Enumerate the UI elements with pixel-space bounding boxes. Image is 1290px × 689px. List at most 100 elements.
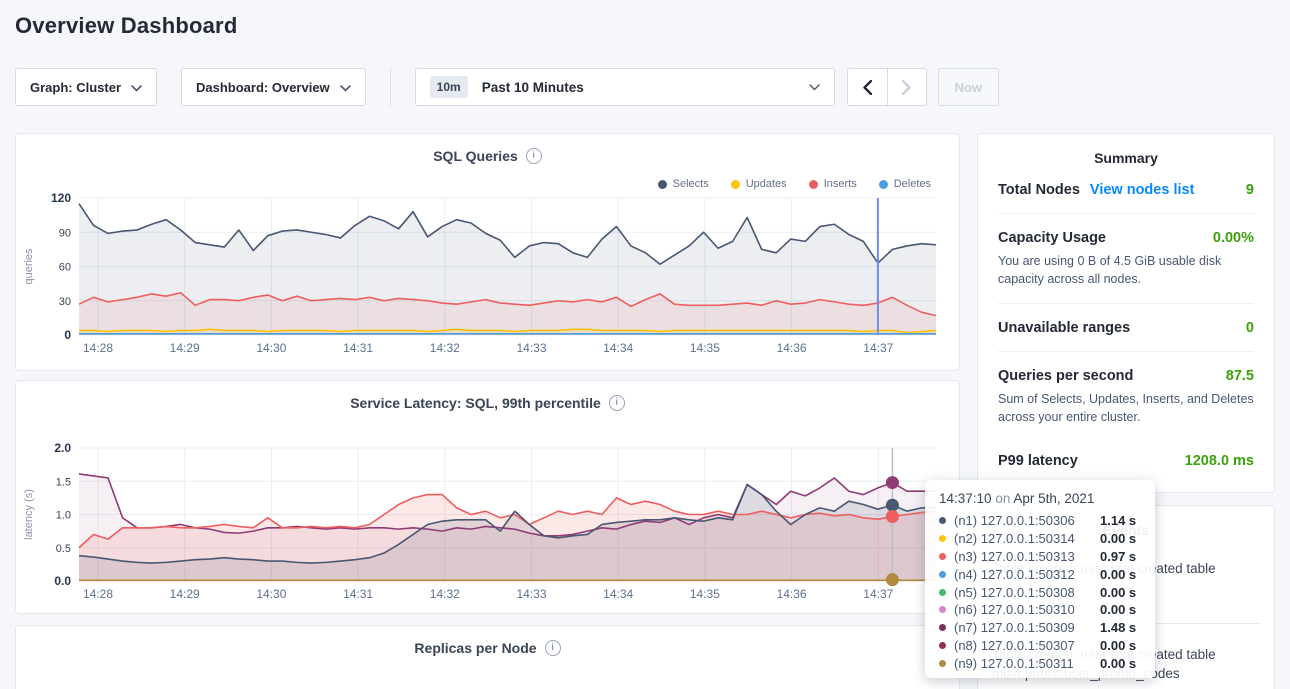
svg-text:14:36: 14:36 (777, 587, 807, 601)
summary-row-capacity-usage: Capacity Usage 0.00% (998, 230, 1254, 246)
sql-queries-chart[interactable]: 030609012014:2814:2914:3014:3114:3214:33… (16, 134, 961, 370)
tooltip-node-latency: 0.00 s (1100, 656, 1136, 671)
sql-queries-card: SQL Queries i Selects Updates Inserts De… (15, 133, 960, 371)
tooltip-timestamp: 14:37:10 on Apr 5th, 2021 (939, 491, 1141, 506)
svg-text:120: 120 (51, 191, 71, 205)
time-range-label: Past 10 Minutes (482, 80, 584, 95)
deletes-dot-icon (879, 180, 888, 189)
info-icon[interactable]: i (545, 640, 561, 656)
node-color-dot-icon (939, 517, 946, 524)
summary-panel: Summary Total Nodes View nodes list 9 Ca… (977, 133, 1275, 493)
chevron-down-icon (809, 78, 820, 96)
tooltip-node-address: (n4) 127.0.0.1:50312 (954, 567, 1100, 582)
svg-text:14:37: 14:37 (863, 341, 893, 355)
tooltip-node-row: (n5) 127.0.0.1:503080.00 s (939, 583, 1141, 601)
svg-text:14:28: 14:28 (83, 341, 113, 355)
unavailable-ranges-value: 0 (1246, 320, 1254, 336)
svg-text:14:29: 14:29 (170, 587, 200, 601)
summary-row-total-nodes: Total Nodes View nodes list 9 (998, 182, 1254, 198)
svg-text:14:32: 14:32 (430, 341, 460, 355)
svg-text:14:36: 14:36 (777, 341, 807, 355)
dashboard-dropdown[interactable]: Dashboard: Overview (181, 68, 366, 106)
svg-text:14:32: 14:32 (430, 587, 460, 601)
chevron-down-icon (340, 80, 351, 95)
tooltip-node-row: (n7) 127.0.0.1:503091.48 s (939, 619, 1141, 637)
node-color-dot-icon (939, 642, 946, 649)
node-color-dot-icon (939, 624, 946, 631)
overview-dashboard-page: Overview Dashboard Graph: Cluster Dashbo… (0, 0, 1290, 689)
chevron-right-icon (902, 80, 911, 95)
summary-row-queries-per-second: Queries per second 87.5 (998, 368, 1254, 384)
svg-text:0.0: 0.0 (54, 574, 71, 588)
svg-text:queries: queries (23, 248, 35, 285)
next-time-button[interactable] (887, 69, 926, 105)
controls-divider (390, 68, 391, 106)
view-nodes-list-link[interactable]: View nodes list (1090, 182, 1195, 198)
svg-text:14:33: 14:33 (516, 587, 546, 601)
time-range-dropdown[interactable]: 10m Past 10 Minutes (415, 68, 835, 106)
inserts-dot-icon (809, 180, 818, 189)
graph-dropdown[interactable]: Graph: Cluster (15, 68, 157, 106)
tooltip-node-latency: 1.14 s (1100, 513, 1136, 528)
tooltip-node-latency: 1.48 s (1100, 620, 1136, 635)
tooltip-node-address: (n3) 127.0.0.1:50313 (954, 549, 1100, 564)
tooltip-node-latency: 0.97 s (1100, 549, 1136, 564)
info-icon[interactable]: i (526, 148, 542, 164)
tooltip-node-address: (n6) 127.0.0.1:50310 (954, 602, 1100, 617)
legend-item-deletes[interactable]: Deletes (879, 178, 931, 190)
tooltip-node-address: (n5) 127.0.0.1:50308 (954, 585, 1100, 600)
total-nodes-value: 9 (1246, 182, 1254, 198)
svg-text:2.0: 2.0 (54, 441, 71, 455)
svg-text:14:37: 14:37 (863, 587, 893, 601)
sql-queries-title: SQL Queries (433, 148, 518, 164)
node-color-dot-icon (939, 660, 946, 667)
tooltip-node-latency: 0.00 s (1100, 638, 1136, 653)
summary-row-unavailable-ranges: Unavailable ranges 0 (998, 320, 1254, 336)
chevron-down-icon (131, 80, 142, 95)
time-range-badge: 10m (430, 76, 468, 98)
tooltip-node-address: (n1) 127.0.0.1:50306 (954, 513, 1100, 528)
tooltip-node-address: (n9) 127.0.0.1:50311 (954, 656, 1100, 671)
service-latency-title: Service Latency: SQL, 99th percentile (350, 395, 601, 411)
chart-hover-tooltip: 14:37:10 on Apr 5th, 2021 (n1) 127.0.0.1… (925, 480, 1155, 678)
legend-item-selects[interactable]: Selects (658, 178, 709, 190)
svg-text:14:35: 14:35 (690, 341, 720, 355)
svg-text:14:29: 14:29 (170, 341, 200, 355)
svg-text:latency (s): latency (s) (23, 489, 35, 540)
time-step-buttons (847, 68, 927, 106)
replicas-per-node-title: Replicas per Node (414, 640, 536, 656)
svg-text:30: 30 (59, 296, 71, 308)
now-button[interactable]: Now (938, 68, 999, 106)
legend-item-updates[interactable]: Updates (731, 178, 787, 190)
tooltip-node-address: (n2) 127.0.0.1:50314 (954, 531, 1100, 546)
legend-item-inserts[interactable]: Inserts (809, 178, 857, 190)
svg-text:0: 0 (64, 328, 71, 342)
p99-latency-value: 1208.0 ms (1185, 453, 1254, 469)
previous-time-button[interactable] (848, 69, 887, 105)
node-color-dot-icon (939, 606, 946, 613)
graph-dropdown-label: Graph: Cluster (30, 80, 121, 95)
svg-text:14:35: 14:35 (690, 587, 720, 601)
service-latency-chart[interactable]: 0.00.51.01.52.014:2814:2914:3014:3114:32… (16, 381, 961, 613)
tooltip-node-row: (n9) 127.0.0.1:503110.00 s (939, 654, 1141, 672)
svg-text:0.5: 0.5 (56, 543, 71, 555)
info-icon[interactable]: i (609, 395, 625, 411)
dashboard-controls: Graph: Cluster Dashboard: Overview 10m P… (15, 68, 999, 106)
dashboard-dropdown-label: Dashboard: Overview (196, 80, 330, 95)
queries-per-second-value: 87.5 (1226, 368, 1254, 384)
tooltip-node-row: (n4) 127.0.0.1:503120.00 s (939, 565, 1141, 583)
tooltip-node-latency: 0.00 s (1100, 585, 1136, 600)
node-color-dot-icon (939, 571, 946, 578)
summary-title: Summary (998, 150, 1254, 166)
summary-row-p99-latency: P99 latency 1208.0 ms (998, 453, 1254, 469)
svg-text:14:31: 14:31 (343, 587, 373, 601)
tooltip-node-row: (n3) 127.0.0.1:503130.97 s (939, 548, 1141, 566)
node-color-dot-icon (939, 535, 946, 542)
tooltip-node-address: (n7) 127.0.0.1:50309 (954, 620, 1100, 635)
queries-per-second-description: Sum of Selects, Updates, Inserts, and De… (998, 390, 1254, 426)
svg-text:1.5: 1.5 (56, 476, 71, 488)
tooltip-node-row: (n8) 127.0.0.1:503070.00 s (939, 637, 1141, 655)
svg-text:14:30: 14:30 (256, 341, 286, 355)
svg-text:14:30: 14:30 (256, 587, 286, 601)
page-title: Overview Dashboard (15, 13, 237, 39)
